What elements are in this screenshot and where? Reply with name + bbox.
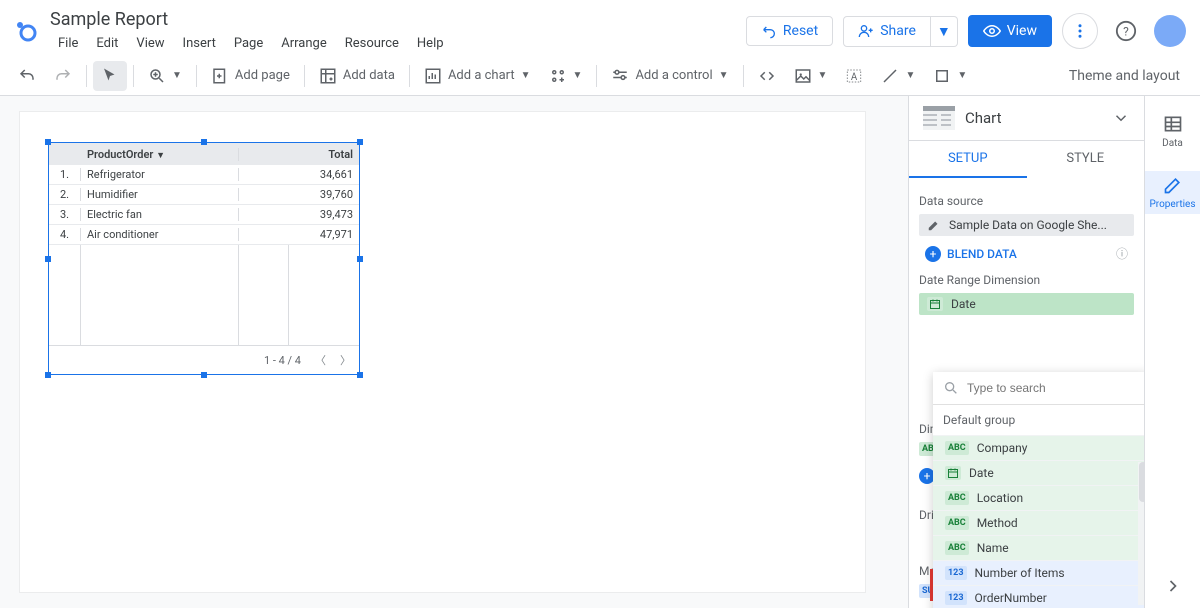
table-footer: 1 - 4 / 4 〈 〉 <box>49 345 359 374</box>
table-chart[interactable]: ProductOrder ▼ Total 1.Refrigerator34,66… <box>48 142 360 375</box>
table-row[interactable]: 2.Humidifier39,760 <box>49 185 359 205</box>
data-source-label: Data source <box>919 194 1134 208</box>
field-search-input[interactable] <box>967 381 1138 395</box>
rail-data[interactable]: Data <box>1145 110 1200 153</box>
chevron-right-icon <box>1163 576 1183 596</box>
menu-view[interactable]: View <box>128 34 172 53</box>
add-data-button[interactable]: Add data <box>311 61 403 91</box>
field-item-ordernumber[interactable]: 123OrderNumber <box>933 586 1144 608</box>
field-item-name[interactable]: ABCName <box>933 536 1144 561</box>
date-dimension-chip[interactable]: Date <box>919 293 1134 315</box>
blend-data-button[interactable]: + BLEND DATA ⓘ <box>919 242 1134 265</box>
line-button[interactable]: ▼ <box>873 61 923 91</box>
table-header-row: ProductOrder ▼ Total <box>49 143 359 165</box>
help-icon[interactable]: ⓘ <box>1116 245 1128 262</box>
theme-layout-button[interactable]: Theme and layout <box>1069 68 1190 84</box>
field-item-method[interactable]: ABCMethod <box>933 511 1144 536</box>
pager-info: 1 - 4 / 4 <box>264 354 301 367</box>
pager-next[interactable]: 〉 <box>340 352 351 368</box>
eye-icon <box>983 22 1001 40</box>
table-row[interactable]: 3.Electric fan39,473 <box>49 205 359 225</box>
field-list: ABCCompanyDateABCLocationABCMethodABCNam… <box>933 435 1144 608</box>
menu-bar: File Edit View Insert Page Arrange Resou… <box>50 34 746 53</box>
menu-edit[interactable]: Edit <box>88 34 126 53</box>
share-button-group: Share ▼ <box>843 16 958 47</box>
doc-title[interactable]: Sample Report <box>50 9 746 30</box>
tab-style[interactable]: STYLE <box>1027 141 1145 178</box>
right-rail: Data Properties <box>1144 96 1200 608</box>
text-button[interactable]: A <box>837 61 871 91</box>
pager-prev[interactable]: 〈 <box>315 352 326 368</box>
undo-icon <box>761 23 777 39</box>
table-row[interactable]: 1.Refrigerator34,661 <box>49 165 359 185</box>
plus-icon: + <box>925 246 941 262</box>
community-viz-button[interactable]: ▼ <box>541 61 591 91</box>
menu-resource[interactable]: Resource <box>337 34 407 53</box>
person-add-icon <box>858 23 874 39</box>
add-control-button[interactable]: Add a control▼ <box>603 61 736 91</box>
zoom-tool[interactable]: ▼ <box>140 61 190 91</box>
reset-button[interactable]: Reset <box>746 16 833 46</box>
menu-insert[interactable]: Insert <box>175 34 224 53</box>
looker-studio-icon <box>14 19 38 43</box>
field-item-company[interactable]: ABCCompany <box>933 436 1144 461</box>
report-canvas[interactable]: ProductOrder ▼ Total 1.Refrigerator34,66… <box>20 112 865 592</box>
view-button[interactable]: View <box>968 15 1052 47</box>
panel-title: Chart <box>965 109 1102 127</box>
pencil-icon <box>1163 175 1183 195</box>
rail-expand[interactable] <box>1163 576 1183 608</box>
table-row[interactable]: 4.Air conditioner47,971 <box>49 225 359 245</box>
field-picker-dropdown: Default group ABCCompanyDateABCLocationA… <box>933 372 1144 608</box>
default-group-label: Default group <box>933 405 1144 435</box>
pencil-icon <box>927 218 941 232</box>
menu-page[interactable]: Page <box>226 34 271 53</box>
svg-text:A: A <box>851 71 858 82</box>
col-header-product[interactable]: ProductOrder ▼ <box>81 148 239 161</box>
select-tool[interactable] <box>93 61 127 91</box>
menu-arrange[interactable]: Arrange <box>273 34 334 53</box>
more-options-button[interactable] <box>1062 13 1098 49</box>
add-chart-button[interactable]: Add a chart▼ <box>416 61 539 91</box>
properties-panel: Chart SETUP STYLE Data source Sample Dat… <box>908 96 1144 608</box>
field-item-date[interactable]: Date <box>933 461 1144 486</box>
data-icon <box>1163 114 1183 134</box>
menu-file[interactable]: File <box>50 34 86 53</box>
table-chart-icon[interactable] <box>923 106 955 130</box>
url-embed-button[interactable] <box>750 61 784 91</box>
undo-button[interactable] <box>10 61 44 91</box>
share-button[interactable]: Share <box>843 16 931 47</box>
rail-properties[interactable]: Properties <box>1145 171 1200 214</box>
date-range-label: Date Range Dimension <box>919 273 1134 287</box>
field-item-number-of-items[interactable]: 123Number of Items <box>933 561 1144 586</box>
user-avatar[interactable] <box>1154 15 1186 47</box>
help-icon: ? <box>1115 20 1137 42</box>
share-dropdown[interactable]: ▼ <box>931 16 958 47</box>
chevron-down-icon[interactable] <box>1112 109 1130 127</box>
shape-button[interactable]: ▼ <box>925 61 975 91</box>
canvas-area[interactable]: ProductOrder ▼ Total 1.Refrigerator34,66… <box>0 96 908 608</box>
toolbar: ▼ Add page Add data Add a chart▼ ▼ Add a… <box>0 56 1200 96</box>
more-vert-icon <box>1071 22 1089 40</box>
add-page-button[interactable]: Add page <box>203 61 298 91</box>
redo-button[interactable] <box>46 61 80 91</box>
search-icon <box>943 380 959 396</box>
svg-text:?: ? <box>1123 25 1129 39</box>
image-button[interactable]: ▼ <box>786 61 836 91</box>
data-source-chip[interactable]: Sample Data on Google She... <box>919 214 1134 236</box>
help-button[interactable]: ? <box>1108 13 1144 49</box>
scrollbar[interactable] <box>1138 462 1144 605</box>
tab-setup[interactable]: SETUP <box>909 141 1027 178</box>
app-header: Sample Report File Edit View Insert Page… <box>0 0 1200 56</box>
col-header-total[interactable]: Total <box>289 148 359 161</box>
menu-help[interactable]: Help <box>409 34 452 53</box>
field-item-location[interactable]: ABCLocation <box>933 486 1144 511</box>
